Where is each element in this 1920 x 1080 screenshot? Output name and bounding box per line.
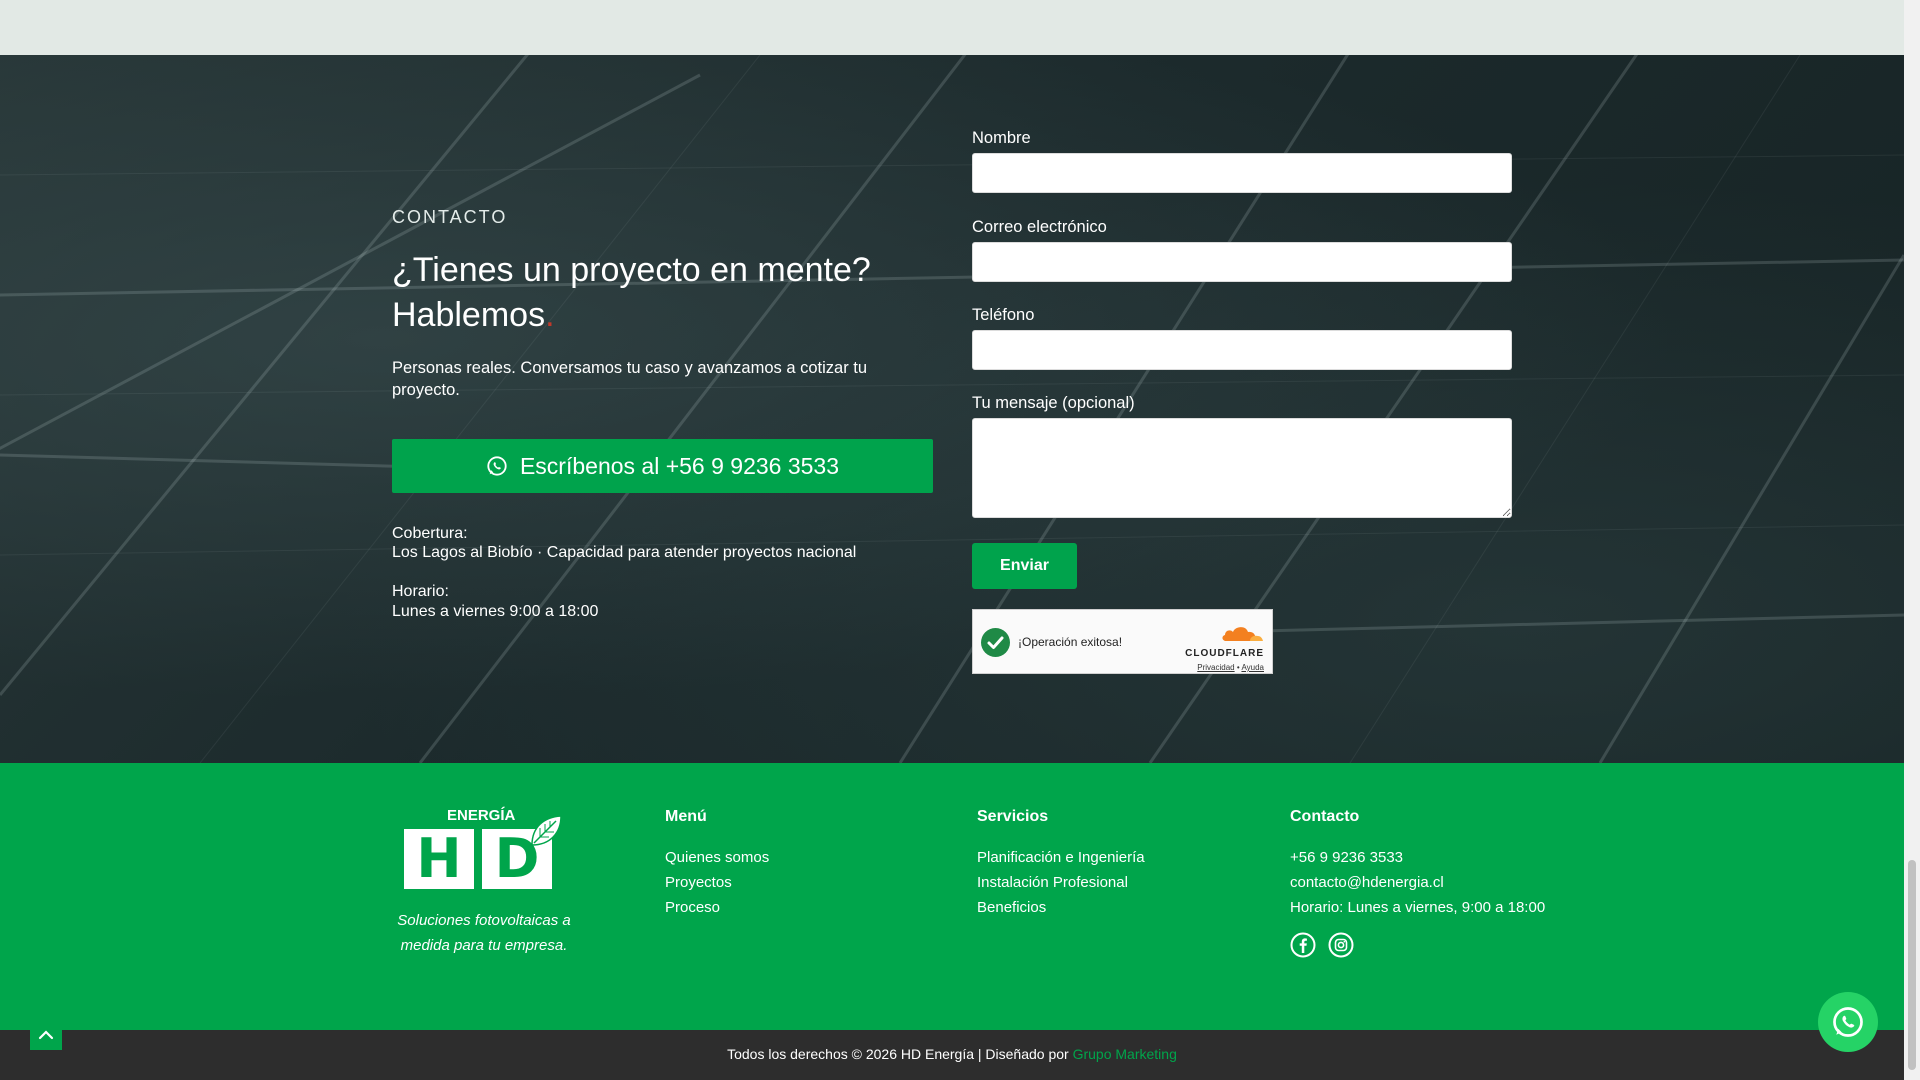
instagram-icon[interactable]: [1328, 932, 1354, 958]
coverage-label: Cobertura:: [392, 525, 468, 542]
footer-contact-phone[interactable]: +56 9 9236 3533: [1290, 845, 1545, 870]
cloudflare-wordmark: CLOUDFLARE: [1185, 648, 1264, 659]
hours-value: Lunes a viernes 9:00 a 18:00: [392, 603, 599, 620]
whatsapp-contact-button[interactable]: Escríbenos al +56 9 9236 3533: [392, 439, 933, 493]
solar-panel-background: [0, 55, 1904, 763]
privacy-link[interactable]: Privacidad: [1197, 663, 1234, 672]
footer-link-proceso[interactable]: Proceso: [665, 895, 769, 920]
contact-section: [0, 55, 1904, 763]
logo-h-block: H: [404, 829, 474, 889]
captcha-links: Privacidad • Ayuda: [1185, 663, 1264, 672]
logo-energia-text: ENERGÍA: [447, 807, 516, 824]
message-textarea[interactable]: [972, 418, 1512, 518]
section-eyebrow: CONTACTO: [392, 207, 508, 227]
name-label: Nombre: [972, 129, 1031, 147]
headline-line-2: Hablemos: [392, 296, 546, 334]
scrollbar-thumb[interactable]: [1908, 860, 1916, 1070]
leaf-icon: [531, 815, 562, 846]
headline-dot: .: [545, 296, 555, 334]
footer-services-title: Servicios: [977, 808, 1049, 825]
headline-line-1: ¿Tienes un proyecto en mente?: [392, 251, 871, 289]
message-label: Tu mensaje (opcional): [972, 394, 1135, 412]
check-icon: [981, 628, 1010, 657]
phone-label: Teléfono: [972, 306, 1035, 324]
name-field[interactable]: [972, 153, 1512, 193]
cloudflare-branding: CLOUDFLARE Privacidad • Ayuda: [1185, 624, 1264, 672]
facebook-icon[interactable]: [1290, 932, 1316, 958]
turnstile-captcha-widget[interactable]: ¡Operación exitosa! CLOUDFLARE Privacida…: [972, 609, 1273, 674]
footer-link-planificacion[interactable]: Planificación e Ingeniería: [977, 845, 1145, 870]
hours-label: Horario:: [392, 583, 449, 600]
footer-contact-title: Contacto: [1290, 808, 1360, 825]
top-section-strip: [0, 0, 1904, 55]
hd-energia-logo[interactable]: ENERGÍA H D: [400, 807, 570, 892]
footer-link-quienes-somos[interactable]: Quienes somos: [665, 845, 769, 870]
footer-link-instalacion[interactable]: Instalación Profesional: [977, 870, 1145, 895]
contact-headline: ¿Tienes un proyecto en mente? Hablemos.: [392, 248, 912, 338]
footer-link-beneficios[interactable]: Beneficios: [977, 895, 1145, 920]
footer-services-list: Planificación e Ingeniería Instalación P…: [977, 845, 1145, 920]
footer-contact-email[interactable]: contacto@hdenergia.cl: [1290, 870, 1545, 895]
cloudflare-cloud-icon: [1222, 627, 1263, 641]
chevron-up-icon: [38, 1030, 54, 1040]
email-label: Correo electrónico: [972, 218, 1107, 236]
designer-link[interactable]: Grupo Marketing: [1073, 1046, 1177, 1062]
whatsapp-icon: [1833, 1007, 1863, 1037]
email-field[interactable]: [972, 242, 1512, 282]
footer-link-proyectos[interactable]: Proyectos: [665, 870, 769, 895]
scroll-to-top-button[interactable]: [30, 1020, 62, 1050]
copyright-main: Todos los derechos © 2026 HD Energía | D…: [727, 1046, 1069, 1062]
footer-contact-list: +56 9 9236 3533 contacto@hdenergia.cl Ho…: [1290, 845, 1545, 920]
whatsapp-floating-button[interactable]: [1818, 992, 1878, 1052]
footer-tagline: Soluciones fotovoltaicas a medida para t…: [397, 912, 571, 954]
phone-field[interactable]: [972, 330, 1512, 370]
footer-menu-title: Menú: [665, 808, 707, 825]
submit-button[interactable]: Enviar: [972, 543, 1077, 589]
site-footer: [0, 763, 1904, 1030]
footer-menu-list: Quienes somos Proyectos Proceso: [665, 845, 769, 920]
help-link[interactable]: Ayuda: [1241, 663, 1264, 672]
copyright-text: Todos los derechos © 2026 HD Energía | D…: [0, 1046, 1904, 1062]
links-separator: •: [1236, 663, 1240, 672]
footer-contact-hours: Horario: Lunes a viernes, 9:00 a 18:00: [1290, 899, 1546, 916]
coverage-value: Los Lagos al Biobío · Capacidad para ate…: [392, 544, 857, 561]
captcha-status: ¡Operación exitosa!: [1018, 635, 1123, 649]
contact-lead-text: Personas reales. Conversamos tu caso y a…: [392, 359, 868, 399]
whatsapp-button-label: Escríbenos al +56 9 9236 3533: [519, 452, 840, 479]
whatsapp-icon: [487, 456, 507, 476]
